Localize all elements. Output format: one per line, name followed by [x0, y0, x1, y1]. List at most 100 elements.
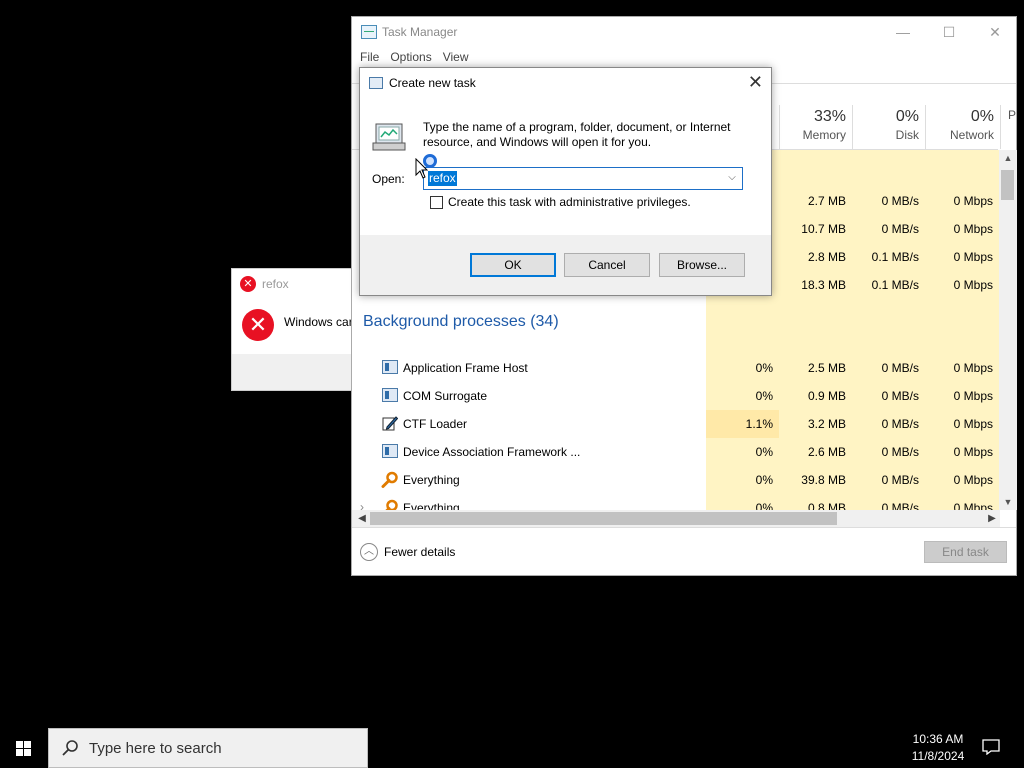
scroll-up-icon[interactable]: ▲ [999, 150, 1017, 166]
run-program-icon [372, 123, 406, 151]
table-row[interactable]: Device Association Framework ... 0% 2.6 … [352, 438, 1000, 466]
checkbox-box[interactable] [430, 195, 443, 209]
admin-privileges-checkbox[interactable]: Create this task with administrative pri… [430, 195, 691, 209]
admin-privileges-label: Create this task with administrative pri… [448, 195, 691, 209]
network-cell: 0 Mbps [953, 361, 993, 375]
windows-logo-icon [24, 741, 31, 748]
disk-cell: 0 MB/s [881, 417, 919, 431]
column-header-network[interactable]: 0% Network [925, 105, 1000, 149]
dialog-title: Create new task [389, 76, 476, 90]
horizontal-scrollbar[interactable]: ◀ ▶ [352, 510, 1000, 527]
network-cell: 0 Mbps [953, 222, 993, 236]
app-window-icon [382, 360, 398, 374]
search-key-icon [381, 471, 398, 488]
end-task-button[interactable]: End task [924, 541, 1007, 563]
table-row[interactable]: Everything 0% 39.8 MB 0 MB/s 0 Mbps [352, 466, 1000, 494]
vertical-scroll-thumb[interactable] [1001, 170, 1014, 200]
column-header-memory[interactable]: 33% Memory [779, 105, 852, 149]
menu-options[interactable]: Options [390, 48, 438, 68]
column-header-power[interactable]: P [1000, 105, 1017, 149]
group-header-background-processes[interactable]: Background processes (34) [363, 313, 559, 331]
dialog-close-icon[interactable]: ✕ [748, 72, 763, 92]
table-row[interactable]: COM Surrogate 0% 0.9 MB 0 MB/s 0 Mbps [352, 382, 1000, 410]
windows-logo-icon [16, 741, 23, 748]
disk-cell: 0 MB/s [881, 194, 919, 208]
memory-cell: 0.9 MB [807, 389, 846, 403]
vertical-scrollbar[interactable]: ▲ ▼ [999, 150, 1017, 510]
cpu-cell: 0% [755, 361, 773, 375]
cpu-cell: 0% [755, 501, 773, 510]
error-small-icon: ✕ [240, 276, 256, 292]
memory-cell: 3.2 MB [807, 417, 846, 431]
notification-center-icon[interactable] [982, 739, 1000, 755]
task-manager-titlebar[interactable]: Task Manager — ☐ ✕ [352, 17, 1016, 48]
clock-date: 11/8/2024 [911, 749, 965, 763]
network-cell: 0 Mbps [953, 250, 993, 264]
scroll-down-icon[interactable]: ▼ [999, 494, 1017, 510]
table-row[interactable]: CTF Loader 1.1% 3.2 MB 0 MB/s 0 Mbps [352, 410, 1000, 438]
busy-spinner-icon [423, 154, 437, 168]
network-cell: 0 Mbps [953, 278, 993, 292]
memory-cell: 39.8 MB [801, 473, 846, 487]
disk-cell: 0.1 MB/s [871, 250, 919, 264]
menu-file[interactable]: File [360, 48, 386, 68]
process-name: Everything [403, 501, 460, 510]
maximize-button[interactable]: ☐ [926, 17, 972, 48]
scroll-left-icon[interactable]: ◀ [354, 510, 370, 527]
memory-cell: 18.3 MB [801, 278, 846, 292]
column-header-disk[interactable]: 0% Disk [852, 105, 925, 149]
disk-percent: 0% [895, 108, 919, 125]
cpu-cell: 1.1% [745, 417, 773, 431]
table-row[interactable]: Application Frame Host 0% 2.5 MB 0 MB/s … [352, 354, 1000, 382]
cpu-cell: 0% [755, 445, 773, 459]
close-button[interactable]: ✕ [972, 17, 1018, 48]
horizontal-scroll-thumb[interactable] [370, 512, 837, 525]
chevron-down-icon[interactable]: ⌵ [726, 171, 738, 185]
task-manager-footer: ︿ Fewer details End task [352, 527, 1016, 577]
browse-button[interactable]: Browse... [659, 253, 745, 277]
network-cell: 0 Mbps [953, 417, 993, 431]
cancel-button[interactable]: Cancel [564, 253, 650, 277]
cpu-cell: 0% [755, 389, 773, 403]
fewer-details-label: Fewer details [384, 545, 456, 559]
ok-button[interactable]: OK [470, 253, 556, 277]
disk-cell: 0 MB/s [881, 222, 919, 236]
memory-cell: 2.7 MB [807, 194, 846, 208]
minimize-button[interactable]: — [880, 17, 926, 48]
pen-icon [382, 416, 398, 431]
power-label: P [1008, 108, 1017, 122]
windows-logo-icon [24, 749, 31, 756]
menu-view[interactable]: View [443, 48, 476, 68]
table-row[interactable]: › Everything 0% 0.8 MB 0 MB/s 0 Mbps [352, 494, 1000, 510]
error-message: Windows car [284, 315, 353, 329]
open-combobox[interactable]: refox ⌵ [423, 167, 743, 190]
create-new-task-dialog: Create new task ✕ Type the name of a pro… [359, 67, 772, 296]
dialog-description: Type the name of a program, folder, docu… [423, 120, 731, 149]
error-dialog-footer [232, 354, 360, 390]
memory-label: Memory [802, 128, 846, 142]
error-icon: ✕ [242, 309, 274, 341]
process-name: COM Surrogate [403, 389, 488, 403]
fewer-details-button[interactable]: ︿ Fewer details [360, 543, 455, 561]
task-manager-title: Task Manager [382, 25, 458, 39]
network-label: Network [949, 128, 994, 142]
system-clock[interactable]: 10:36 AM 11/8/2024 [900, 731, 976, 765]
network-cell: 0 Mbps [953, 194, 993, 208]
run-dialog-icon [369, 77, 383, 89]
disk-cell: 0 MB/s [881, 501, 919, 510]
memory-cell: 10.7 MB [801, 222, 846, 236]
app-window-icon [382, 388, 398, 402]
error-dialog-title: refox [262, 277, 289, 291]
taskbar-search-box[interactable]: Type here to search [48, 728, 368, 768]
expand-chevron-icon[interactable]: › [360, 500, 364, 510]
search-icon [62, 740, 78, 756]
start-button[interactable] [0, 728, 48, 768]
memory-cell: 2.8 MB [807, 250, 846, 264]
open-input-value[interactable]: refox [428, 171, 457, 186]
scroll-right-icon[interactable]: ▶ [984, 510, 1000, 527]
cpu-cell: 0% [755, 473, 773, 487]
process-name: Application Frame Host [403, 361, 528, 375]
disk-label: Disk [895, 128, 919, 142]
task-manager-icon [361, 25, 377, 39]
app-window-icon [382, 444, 398, 458]
